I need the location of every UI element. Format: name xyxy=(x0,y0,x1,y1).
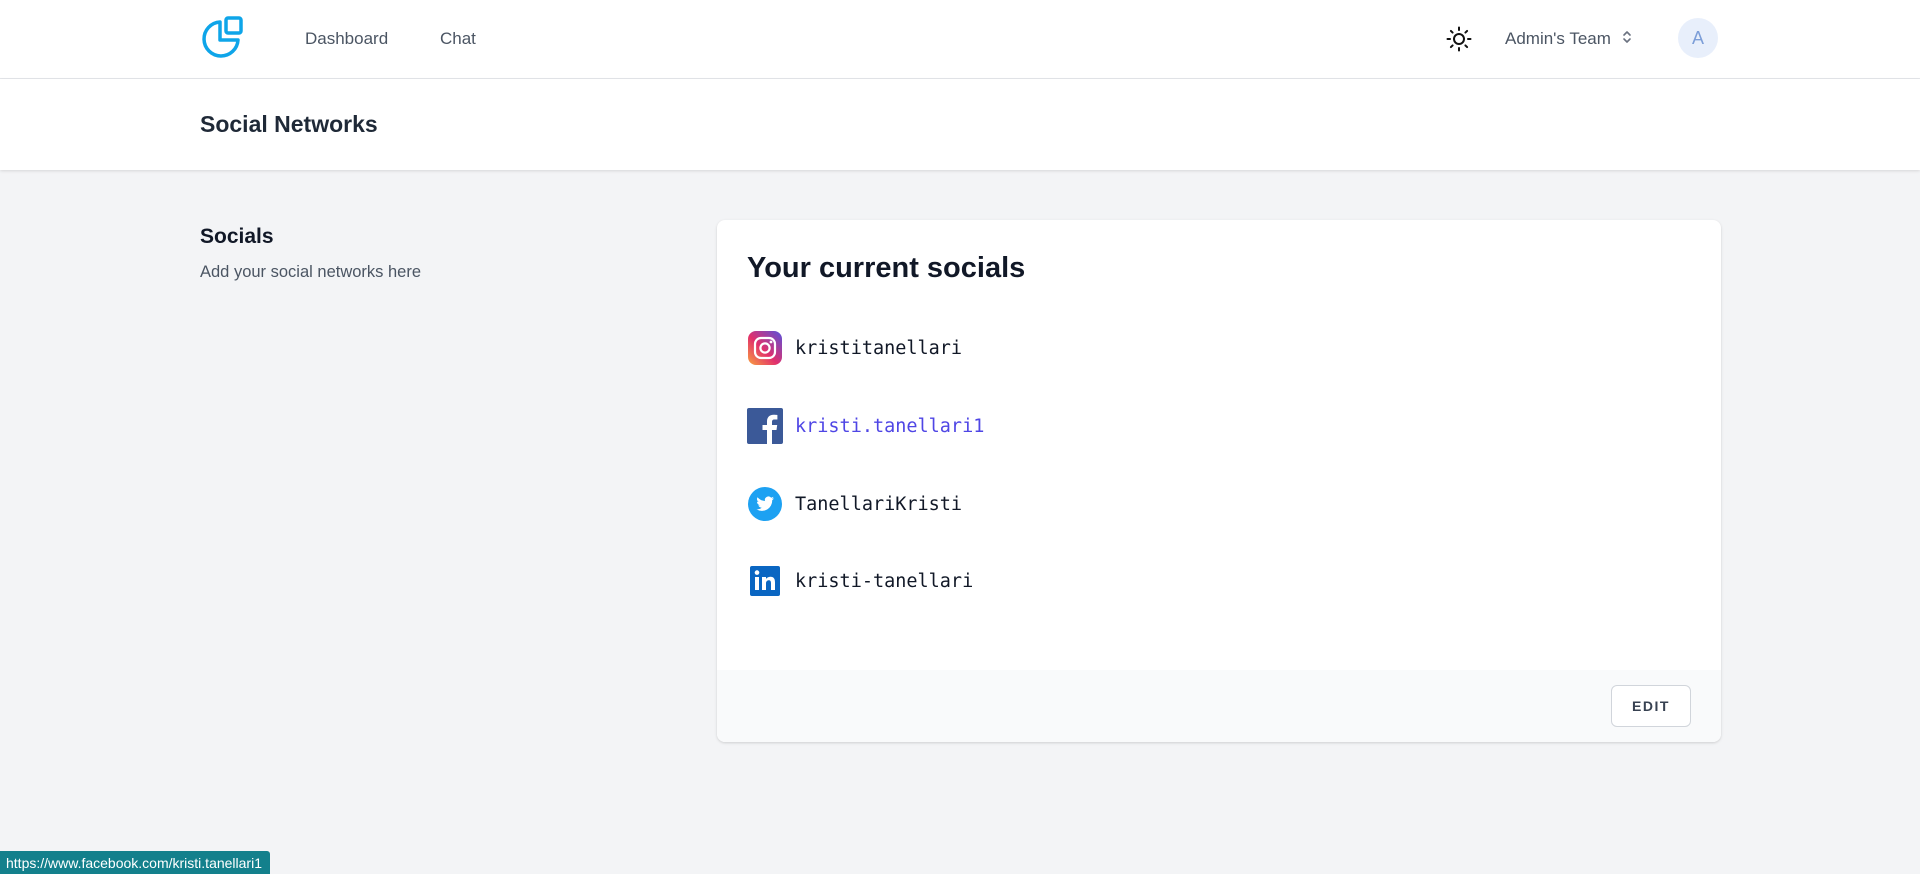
edit-button[interactable]: EDIT xyxy=(1611,685,1691,727)
card-footer: EDIT xyxy=(717,670,1721,742)
social-handle-linkedin[interactable]: kristi-tanellari xyxy=(795,571,973,592)
social-row-facebook: kristi.tanellari1 xyxy=(747,408,984,444)
nav-link-dashboard[interactable]: Dashboard xyxy=(305,29,388,49)
status-bar-url: https://www.facebook.com/kristi.tanellar… xyxy=(0,851,270,874)
social-handle-twitter[interactable]: TanellariKristi xyxy=(795,494,962,515)
social-row-instagram: kristitanellari xyxy=(747,330,962,366)
section-title: Socials xyxy=(200,225,274,248)
socials-card: Your current socials xyxy=(717,220,1721,742)
sun-icon[interactable] xyxy=(1446,26,1472,52)
nav-link-chat[interactable]: Chat xyxy=(440,29,476,49)
top-navbar: Dashboard Chat Admin's Team A xyxy=(0,0,1920,79)
avatar-initial: A xyxy=(1691,27,1704,48)
social-handle-instagram[interactable]: kristitanellari xyxy=(795,338,962,359)
avatar[interactable]: A xyxy=(1678,18,1718,58)
facebook-icon xyxy=(747,408,783,444)
logo-icon[interactable] xyxy=(200,16,248,60)
page-title: Social Networks xyxy=(200,111,378,137)
social-handle-facebook[interactable]: kristi.tanellari1 xyxy=(795,416,984,437)
social-row-twitter: TanellariKristi xyxy=(747,486,962,522)
team-name: Admin's Team xyxy=(1505,29,1611,48)
social-row-linkedin: kristi-tanellari xyxy=(747,563,973,599)
chevron-up-down-icon xyxy=(1621,29,1633,50)
twitter-icon xyxy=(747,486,783,522)
instagram-icon xyxy=(747,330,783,366)
team-switcher[interactable]: Admin's Team xyxy=(1505,27,1633,51)
card-title: Your current socials xyxy=(747,252,1026,284)
page-header: Social Networks xyxy=(0,79,1920,170)
section-description: Add your social networks here xyxy=(200,263,422,281)
linkedin-icon xyxy=(747,563,783,599)
